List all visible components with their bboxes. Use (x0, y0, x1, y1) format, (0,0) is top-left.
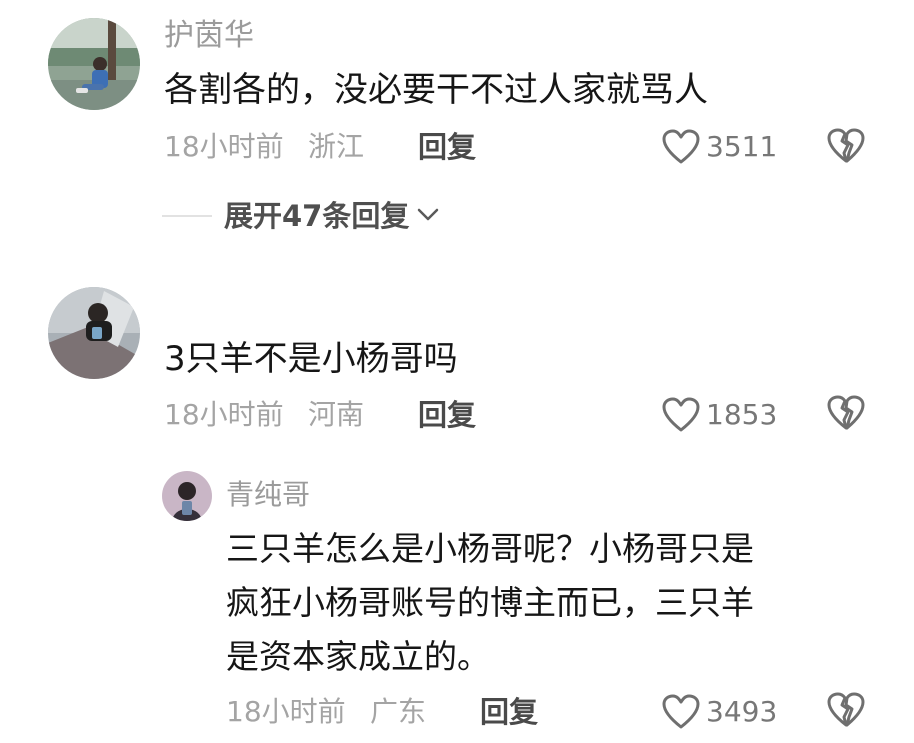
like-button[interactable]: 3511 (662, 127, 777, 167)
dislike-button[interactable] (826, 394, 866, 432)
comment-timestamp: 18小时前 (164, 398, 284, 431)
reply-button[interactable]: 回复 (418, 398, 476, 432)
reply-timestamp: 18小时前 (226, 695, 346, 728)
comment-location: 河南 (308, 398, 365, 431)
like-button[interactable]: 3493 (662, 692, 777, 732)
comment-timestamp: 18小时前 (164, 130, 284, 163)
heart-outline-icon (662, 397, 700, 433)
chevron-down-icon (417, 207, 439, 226)
avatar-image (48, 18, 140, 110)
comment-text: 3只羊不是小杨哥吗 (164, 339, 458, 379)
broken-heart-icon (826, 127, 866, 165)
like-button[interactable]: 1853 (662, 395, 777, 435)
divider (162, 215, 212, 217)
like-count: 3493 (706, 695, 778, 728)
reply-text-line: 是资本家成立的。 (226, 637, 490, 676)
avatar-image (162, 471, 212, 521)
reply-button[interactable]: 回复 (418, 130, 476, 164)
reply-text-line: 三只羊怎么是小杨哥呢？小杨哥只是 (226, 529, 754, 568)
reply-text-line: 疯狂小杨哥账号的博主而已，三只羊 (226, 583, 754, 622)
broken-heart-icon (826, 691, 866, 729)
dislike-button[interactable] (826, 127, 866, 165)
reply-button[interactable]: 回复 (480, 695, 538, 729)
expand-replies-button[interactable]: 展开47条回复 (162, 199, 439, 233)
comment-username[interactable]: 护茵华 (164, 18, 254, 54)
expand-replies-label: 展开47条回复 (224, 199, 410, 233)
avatar[interactable] (162, 471, 212, 521)
like-count: 3511 (706, 130, 778, 163)
comment-location: 浙江 (308, 130, 365, 163)
avatar-image (48, 287, 140, 379)
dislike-button[interactable] (826, 691, 866, 729)
avatar[interactable] (48, 18, 140, 110)
comment-text: 各割各的，没必要干不过人家就骂人 (164, 70, 708, 110)
like-count: 1853 (706, 398, 778, 431)
reply-location: 广东 (370, 695, 427, 728)
broken-heart-icon (826, 394, 866, 432)
heart-outline-icon (662, 694, 700, 730)
avatar[interactable] (48, 287, 140, 379)
heart-outline-icon (662, 129, 700, 165)
reply-username[interactable]: 青纯哥 (226, 478, 310, 512)
